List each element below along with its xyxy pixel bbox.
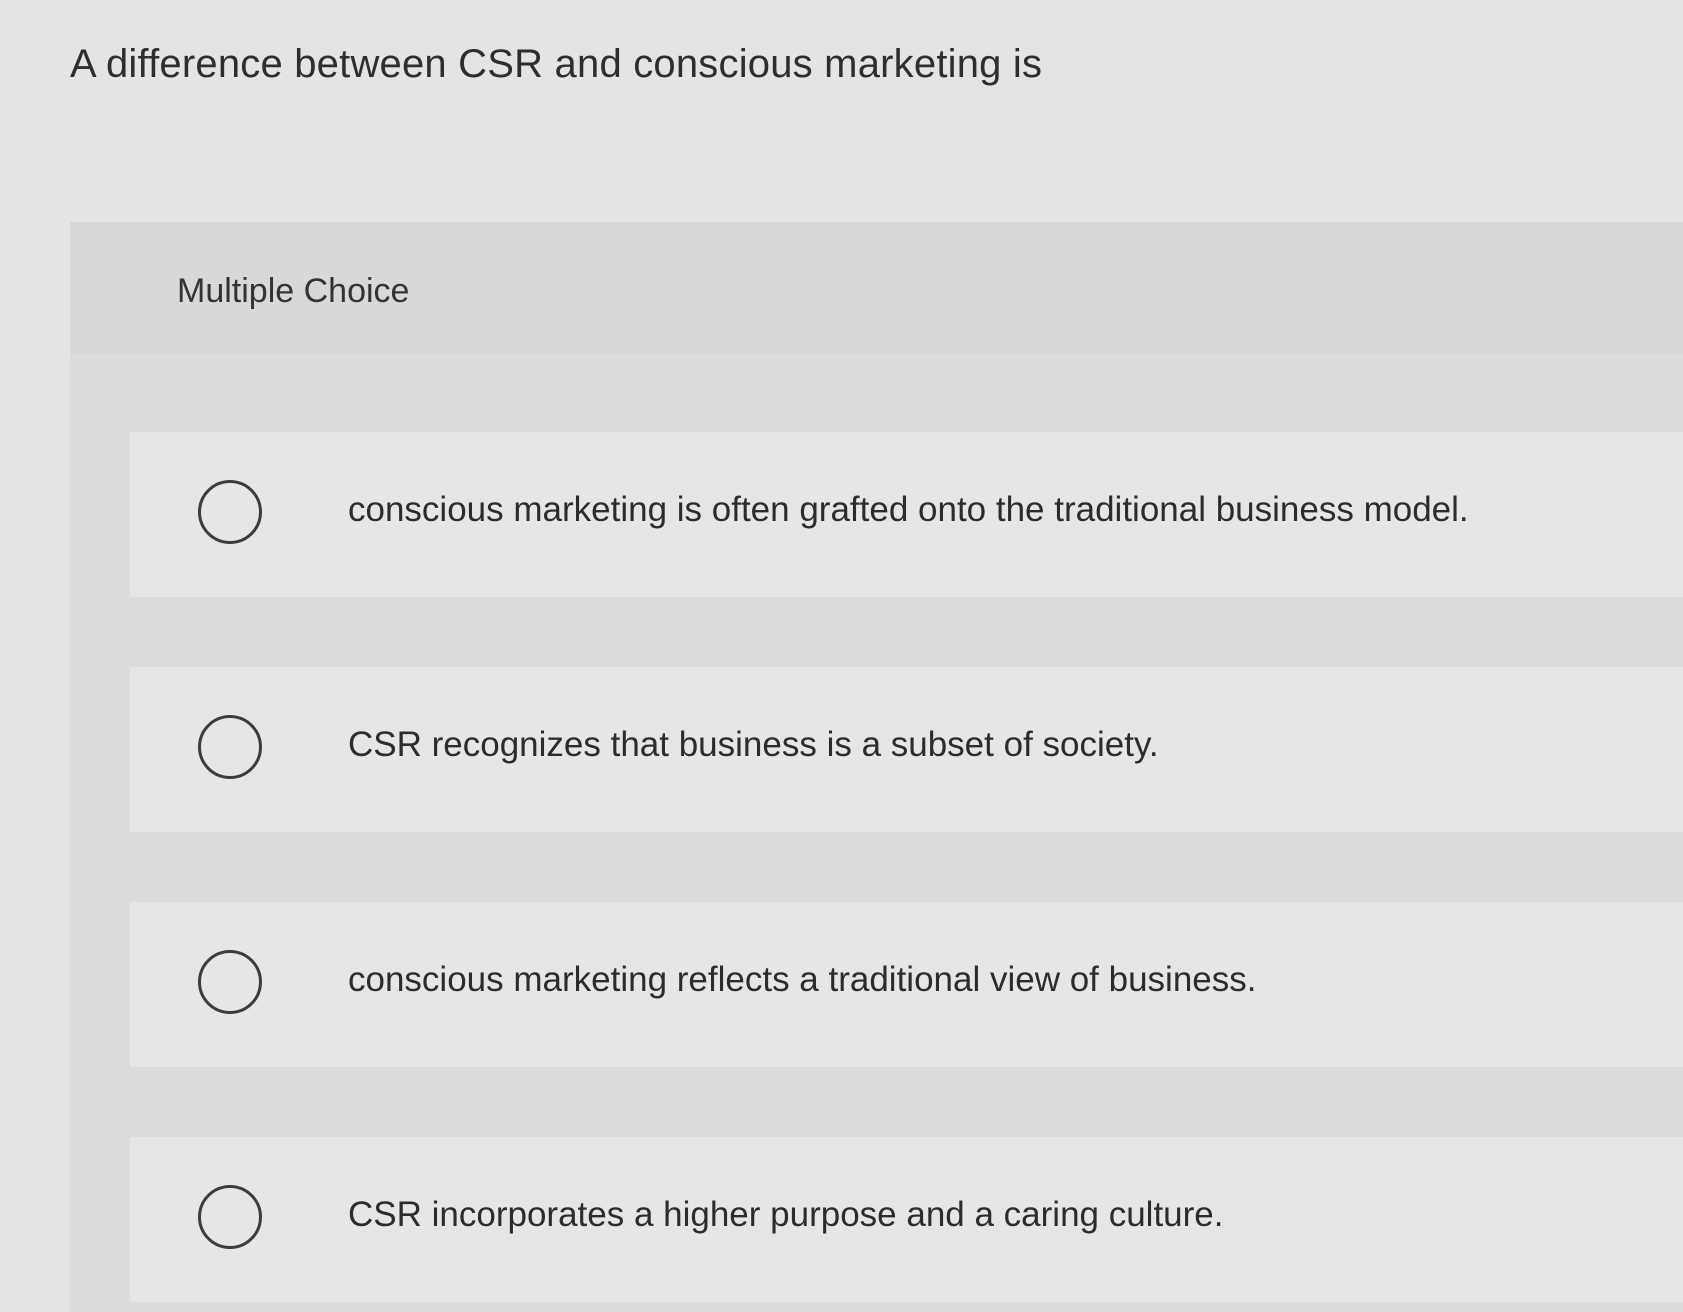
radio-button[interactable] [198, 1185, 262, 1249]
multiple-choice-panel: Multiple Choice conscious marketing is o… [70, 222, 1683, 1312]
option-3[interactable]: conscious marketing reflects a tradition… [130, 902, 1683, 1067]
radio-button[interactable] [198, 480, 262, 544]
multiple-choice-label: Multiple Choice [177, 272, 410, 310]
option-label: conscious marketing is often grafted ont… [348, 490, 1469, 529]
question-text: A difference between CSR and conscious m… [70, 42, 1043, 86]
option-4[interactable]: CSR incorporates a higher purpose and a … [130, 1137, 1683, 1302]
option-label: conscious marketing reflects a tradition… [348, 960, 1257, 999]
option-2[interactable]: CSR recognizes that business is a subset… [130, 667, 1683, 832]
option-1[interactable]: conscious marketing is often grafted ont… [130, 432, 1683, 597]
radio-button[interactable] [198, 715, 262, 779]
multiple-choice-header: Multiple Choice [70, 222, 1683, 354]
radio-button[interactable] [198, 950, 262, 1014]
option-label: CSR recognizes that business is a subset… [348, 725, 1159, 764]
option-label: CSR incorporates a higher purpose and a … [348, 1195, 1224, 1234]
